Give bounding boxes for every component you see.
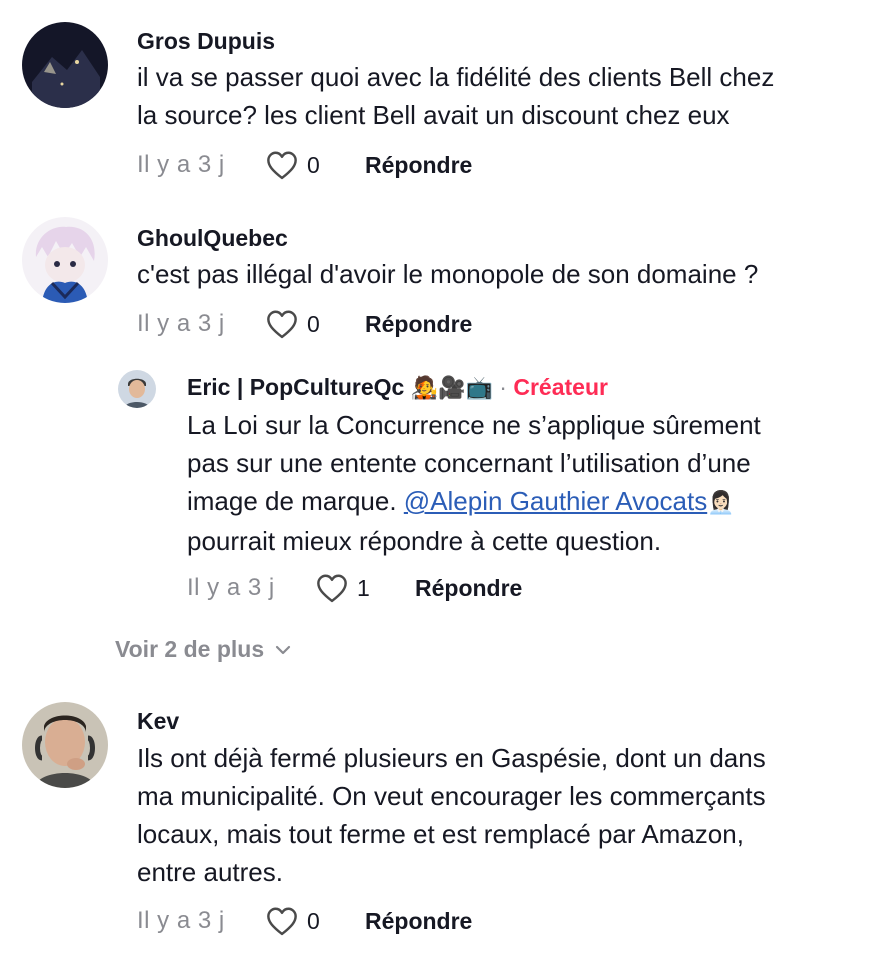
text-segment: image de marque.: [187, 486, 404, 516]
comment-text-line: il va se passer quoi avec la fidélité de…: [137, 62, 775, 92]
comment-author[interactable]: Eric | PopCultureQc: [187, 374, 404, 400]
comment-text-line: ma municipalité. On veut encourager les …: [137, 781, 766, 811]
like-count: 1: [357, 574, 370, 601]
comment-author[interactable]: GhoulQuebec: [137, 225, 288, 252]
avatar[interactable]: [22, 217, 108, 303]
comment-text-line: locaux, mais tout ferme et est remplacé …: [137, 819, 744, 849]
comment-text-line: entre autres.: [137, 857, 283, 887]
like-count: 0: [307, 310, 320, 337]
like-button[interactable]: 1: [315, 573, 415, 603]
reply-button[interactable]: Répondre: [365, 908, 472, 935]
view-more-label: Voir 2 de plus: [115, 636, 265, 662]
comment-meta: Il y a 3 j 0 Répondre: [137, 147, 472, 183]
comment-author[interactable]: Gros Dupuis: [137, 28, 275, 55]
comment-text-line: pourrait mieux répondre à cette question…: [187, 526, 662, 556]
comment-text-line: c'est pas illégal d'avoir le monopole de…: [137, 259, 759, 289]
comment-meta: Il y a 3 j 0 Répondre: [137, 306, 472, 342]
heart-outline-icon: [267, 151, 297, 180]
reply-button[interactable]: Répondre: [365, 311, 472, 338]
heart-outline-icon: [267, 310, 297, 339]
comment-time: Il y a 3 j: [137, 310, 225, 337]
like-count: 0: [307, 907, 320, 934]
view-more-replies-button[interactable]: Voir 2 de plus: [115, 636, 292, 663]
reply-author-row: Eric | PopCultureQc 🧑‍🎤🎥📺 · Créateur: [187, 374, 608, 401]
mention-link[interactable]: @Alepin Gauthier Avocats: [404, 486, 707, 516]
reply-button[interactable]: Répondre: [365, 152, 472, 179]
heart-outline-icon: [267, 907, 297, 936]
like-button[interactable]: 0: [265, 309, 365, 339]
author-emojis: 🧑‍🎤🎥📺: [410, 375, 493, 400]
like-count: 0: [307, 151, 320, 178]
comment-text-line: Ils ont déjà fermé plusieurs en Gaspésie…: [137, 743, 766, 773]
avatar[interactable]: [118, 370, 156, 408]
avatar[interactable]: [22, 702, 108, 788]
chevron-down-icon: [276, 645, 291, 654]
like-button[interactable]: 0: [265, 150, 365, 180]
separator: ·: [499, 374, 507, 400]
comment-author[interactable]: Kev: [137, 708, 179, 735]
comment-meta: Il y a 3 j 1 Répondre: [187, 570, 522, 606]
comment-text: La Loi sur la Concurrence ne s’applique …: [187, 406, 761, 560]
reply-button[interactable]: Répondre: [415, 575, 522, 602]
mention-emoji: 👩🏻‍💼: [707, 490, 735, 515]
comment-text: il va se passer quoi avec la fidélité de…: [137, 58, 774, 134]
comment-time: Il y a 3 j: [187, 574, 275, 601]
comment-text: Ils ont déjà fermé plusieurs en Gaspésie…: [137, 739, 766, 891]
comment-text: c'est pas illégal d'avoir le monopole de…: [137, 255, 758, 293]
comment-time: Il y a 3 j: [137, 907, 225, 934]
creator-badge: Créateur: [513, 374, 608, 400]
comment-text-line: La Loi sur la Concurrence ne s’applique …: [187, 410, 761, 440]
comment-text-line: la source? les client Bell avait un disc…: [137, 100, 730, 130]
heart-outline-icon: [317, 574, 347, 603]
comment-meta: Il y a 3 j 0 Répondre: [137, 903, 472, 939]
avatar[interactable]: [22, 22, 108, 108]
comment-text-line: image de marque. @Alepin Gauthier Avocat…: [187, 482, 761, 522]
comment-text-line: pas sur une entente concernant l’utilisa…: [187, 448, 751, 478]
like-button[interactable]: 0: [265, 906, 365, 936]
comment-time: Il y a 3 j: [137, 151, 225, 178]
